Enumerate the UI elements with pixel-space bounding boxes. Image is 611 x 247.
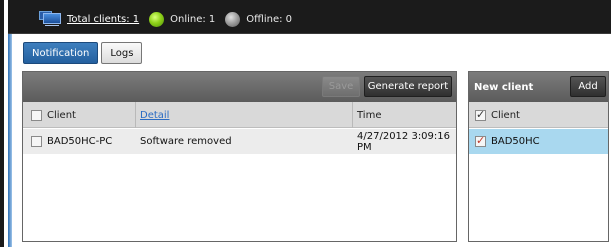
add-button[interactable]: Add bbox=[570, 76, 606, 97]
column-header-detail[interactable]: Detail bbox=[140, 102, 169, 128]
online-count: Online: 1 bbox=[170, 13, 216, 25]
row-checkbox[interactable] bbox=[31, 136, 42, 147]
total-clients-link[interactable]: Total clients: 1 bbox=[67, 14, 139, 25]
new-client-select-all-checkbox[interactable] bbox=[475, 108, 486, 121]
clients-monitor-icon bbox=[39, 10, 61, 26]
tab-notification[interactable]: Notification bbox=[23, 42, 99, 64]
row-detail: Software removed bbox=[140, 136, 232, 147]
notification-panel: Save Generate report Client Detail Time … bbox=[22, 71, 457, 242]
new-client-title: New client bbox=[474, 81, 534, 93]
column-header-client[interactable]: Client bbox=[47, 102, 76, 128]
tab-bar: Notification Logs bbox=[23, 42, 143, 64]
left-edge-strip bbox=[8, 34, 12, 247]
grid-header: Client Detail Time bbox=[23, 102, 456, 128]
status-bar: Total clients: 1 Online: 1 Offline: 0 bbox=[8, 0, 611, 34]
column-separator bbox=[135, 102, 136, 128]
new-client-column-header[interactable]: Client bbox=[491, 102, 520, 128]
panel-toolbar: Save Generate report bbox=[23, 72, 456, 102]
new-client-row-checkbox[interactable] bbox=[475, 134, 486, 147]
generate-report-button[interactable]: Generate report bbox=[364, 76, 452, 97]
new-client-toolbar: New client Add bbox=[469, 72, 608, 102]
column-separator bbox=[352, 102, 353, 128]
row-time: 4/27/2012 3:09:16 PM bbox=[357, 130, 451, 153]
offline-count: Offline: 0 bbox=[246, 13, 293, 25]
offline-status-icon bbox=[225, 11, 241, 27]
table-row[interactable]: BAD50HC-PC Software removed 4/27/2012 3:… bbox=[23, 129, 456, 154]
column-header-time[interactable]: Time bbox=[357, 102, 381, 128]
list-item[interactable]: BAD50HC bbox=[469, 129, 608, 154]
save-button[interactable]: Save bbox=[322, 76, 360, 97]
row-client: BAD50HC-PC bbox=[47, 136, 113, 147]
new-client-header: Client bbox=[469, 102, 608, 128]
new-client-panel: New client Add Client BAD50HC bbox=[468, 71, 609, 242]
tab-logs[interactable]: Logs bbox=[101, 42, 143, 64]
online-status-icon bbox=[149, 11, 165, 27]
app-window: Total clients: 1 Online: 1 Offline: 0 No… bbox=[0, 0, 611, 247]
select-all-checkbox[interactable] bbox=[31, 109, 42, 121]
new-client-row-name: BAD50HC bbox=[491, 136, 540, 147]
